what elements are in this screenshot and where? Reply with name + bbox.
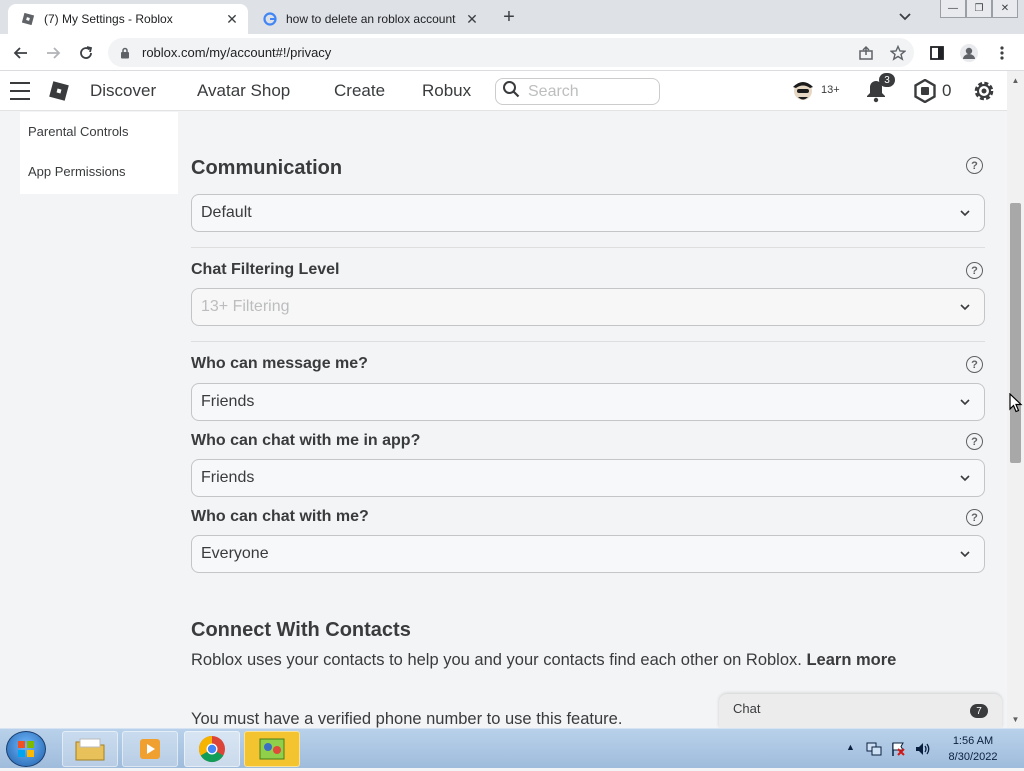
notification-count-badge: 3 <box>879 73 895 87</box>
sidebar-item-parental-controls[interactable]: Parental Controls <box>28 124 128 139</box>
divider <box>191 341 985 342</box>
roblox-logo-icon[interactable] <box>48 80 70 102</box>
chat-app-label: Who can chat with me in app? <box>191 432 421 449</box>
nav-discover[interactable]: Discover <box>90 81 156 101</box>
chat-count-badge: 7 <box>970 704 988 718</box>
app-taskbar-icon[interactable] <box>244 731 300 767</box>
scroll-down-arrow-icon[interactable]: ▼ <box>1007 711 1024 727</box>
chat-app-select[interactable]: Friends <box>191 459 985 497</box>
settings-sidebar: Parental Controls App Permissions <box>20 112 178 194</box>
volume-icon[interactable] <box>914 741 932 757</box>
nav-robux[interactable]: Robux <box>422 81 471 101</box>
chat-filter-select: 13+ Filtering <box>191 288 985 326</box>
close-window-icon[interactable]: ✕ <box>992 0 1018 18</box>
communication-help-icon[interactable]: ? <box>966 157 983 174</box>
connect-contacts-heading: Connect With Contacts <box>191 619 411 641</box>
chat-label: Who can chat with me? <box>191 508 369 525</box>
close-tab-icon[interactable]: ✕ <box>224 11 240 27</box>
file-explorer-icon[interactable] <box>62 731 118 767</box>
action-center-flag-icon[interactable] <box>890 741 906 757</box>
user-avatar[interactable] <box>790 77 816 103</box>
sidebar-item-app-permissions[interactable]: App Permissions <box>28 164 126 179</box>
age-label: 13+ <box>821 84 840 96</box>
chat-widget-label: Chat <box>733 701 761 716</box>
scrollbar-thumb[interactable] <box>1010 203 1021 463</box>
contacts-description-text: Roblox uses your contacts to help you an… <box>191 651 802 669</box>
bookmark-star-icon[interactable] <box>887 42 909 64</box>
share-icon[interactable] <box>855 42 877 64</box>
chevron-down-icon <box>960 304 970 311</box>
minimize-window-icon[interactable]: — <box>940 0 966 18</box>
nav-avatar-shop[interactable]: Avatar Shop <box>197 81 290 101</box>
media-player-icon[interactable] <box>122 731 178 767</box>
profile-avatar-icon[interactable] <box>958 42 980 64</box>
new-tab-plus-icon[interactable]: + <box>498 6 520 28</box>
chat-select-value: Everyone <box>201 545 269 562</box>
reload-icon[interactable] <box>75 42 97 64</box>
search-icon <box>502 80 520 103</box>
taskbar-clock[interactable]: 1:56 AM 8/30/2022 <box>940 733 1006 765</box>
tab-title: how to delete an roblox account <box>286 12 456 26</box>
roblox-favicon-icon <box>20 11 36 27</box>
avatar-headshot-icon <box>793 82 813 100</box>
windows-taskbar: ▲ 1:56 AM 8/30/2022 <box>0 728 1024 768</box>
tab-search-chevron-icon[interactable] <box>896 8 914 26</box>
chat-filter-label: Chat Filtering Level <box>191 261 340 278</box>
forward-arrow-icon[interactable] <box>42 42 64 64</box>
communication-select-value: Default <box>201 204 252 221</box>
chevron-down-icon <box>960 551 970 558</box>
divider <box>191 247 985 248</box>
restore-window-icon[interactable]: ❐ <box>966 0 992 18</box>
message-help-icon[interactable]: ? <box>966 356 983 373</box>
chat-app-select-value: Friends <box>201 469 255 486</box>
robux-balance[interactable]: 0 <box>942 81 951 101</box>
settings-gear-icon[interactable] <box>971 78 997 104</box>
url-text: roblox.com/my/account#!/privacy <box>142 45 332 60</box>
robux-icon[interactable] <box>913 79 937 103</box>
browser-toolbar: roblox.com/my/account#!/privacy <box>0 34 1024 71</box>
address-bar[interactable]: roblox.com/my/account#!/privacy <box>108 38 914 67</box>
chat-app-help-icon[interactable]: ? <box>966 433 983 450</box>
message-label: Who can message me? <box>191 355 368 372</box>
browser-tab-strip: (7) My Settings - Roblox ✕ how to delete… <box>0 0 1024 34</box>
clock-time: 1:56 AM <box>952 735 994 747</box>
chevron-down-icon <box>960 475 970 482</box>
chat-widget[interactable]: Chat 7 <box>719 694 1002 728</box>
message-select-value: Friends <box>201 393 255 410</box>
roblox-header: Discover Avatar Shop Create Robux 13+ 0 <box>0 71 1024 111</box>
network-icon[interactable] <box>866 741 882 757</box>
communication-select[interactable]: Default <box>191 194 985 232</box>
side-panel-icon[interactable] <box>926 42 948 64</box>
chrome-taskbar-icon[interactable] <box>184 731 240 767</box>
back-arrow-icon[interactable] <box>10 42 32 64</box>
message-select[interactable]: Friends <box>191 383 985 421</box>
scroll-up-arrow-icon[interactable]: ▲ <box>1007 72 1024 88</box>
tab-my-settings[interactable]: (7) My Settings - Roblox ✕ <box>8 4 248 34</box>
tab-google-search[interactable]: how to delete an roblox account ✕ <box>252 4 488 34</box>
chat-filter-select-value: 13+ Filtering <box>201 298 290 315</box>
chevron-down-icon <box>960 210 970 217</box>
communication-heading: Communication <box>191 157 343 179</box>
connect-contacts-description: Roblox uses your contacts to help you an… <box>191 649 971 671</box>
close-tab-icon[interactable]: ✕ <box>464 11 480 27</box>
chevron-down-icon <box>960 399 970 406</box>
hamburger-menu-icon[interactable] <box>10 82 30 100</box>
show-hidden-icons-icon[interactable]: ▲ <box>846 742 855 752</box>
search-input[interactable] <box>526 81 646 102</box>
nav-create[interactable]: Create <box>334 81 385 101</box>
google-favicon-icon <box>262 11 278 27</box>
browser-menu-icon[interactable] <box>991 42 1013 64</box>
tab-title: (7) My Settings - Roblox <box>44 12 173 26</box>
chat-select[interactable]: Everyone <box>191 535 985 573</box>
clock-date: 8/30/2022 <box>948 751 998 763</box>
window-controls: — ❐ ✕ <box>940 0 1018 18</box>
chat-filter-help-icon[interactable]: ? <box>966 262 983 279</box>
windows-start-icon[interactable] <box>6 731 46 767</box>
search-box[interactable] <box>495 78 660 105</box>
learn-more-link[interactable]: Learn more <box>806 651 896 669</box>
lock-icon[interactable] <box>118 46 132 60</box>
chat-help-icon[interactable]: ? <box>966 509 983 526</box>
mouse-cursor-icon <box>1009 393 1023 413</box>
